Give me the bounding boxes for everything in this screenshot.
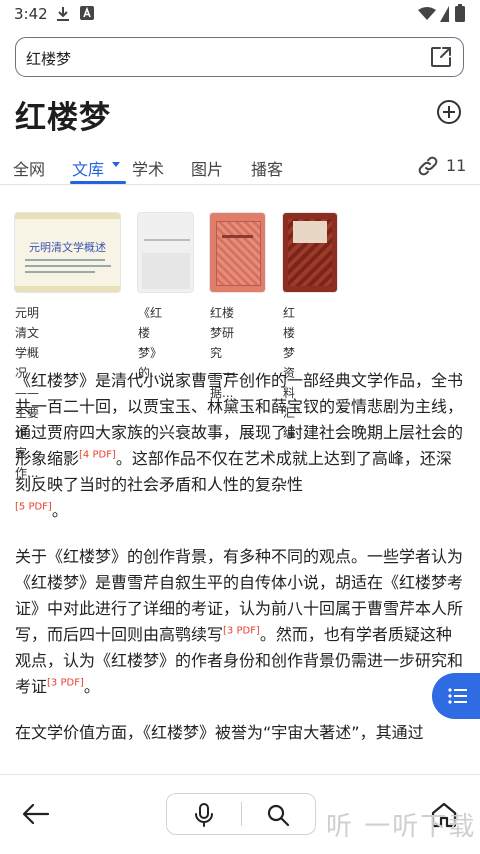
document-cover bbox=[210, 213, 265, 292]
search-query: 红楼梦 bbox=[26, 50, 72, 68]
document-cover: 元明清文学概述 bbox=[15, 213, 120, 292]
link-count: 11 bbox=[446, 156, 467, 175]
tab-academic[interactable]: 学术 bbox=[132, 156, 164, 180]
tab-all-web[interactable]: 全网 bbox=[13, 156, 45, 180]
outline-button[interactable] bbox=[432, 673, 480, 719]
search-icon[interactable] bbox=[266, 803, 290, 827]
document-list: 元明清文学概述 元明清文学概况 ——主要作家、作... 《红楼 梦》的... 红… bbox=[15, 213, 475, 480]
page-title: 红楼梦 bbox=[15, 100, 111, 136]
status-time: 3:42 bbox=[14, 5, 48, 23]
citation-link[interactable]: [4 PDF] bbox=[79, 450, 116, 461]
open-external-icon[interactable] bbox=[429, 45, 453, 69]
document-cover bbox=[138, 213, 193, 292]
arrow-left-icon[interactable] bbox=[22, 803, 50, 825]
battery-icon bbox=[455, 4, 465, 22]
tab-library[interactable]: 文库 bbox=[72, 156, 104, 180]
document-cover bbox=[283, 213, 337, 292]
list-icon bbox=[448, 688, 467, 704]
download-icon bbox=[57, 7, 69, 21]
voice-search-group bbox=[166, 793, 316, 835]
active-tab-indicator bbox=[70, 181, 126, 184]
status-bar: 3:42 bbox=[0, 0, 480, 28]
tab-images[interactable]: 图片 bbox=[191, 156, 223, 180]
wifi-icon bbox=[418, 7, 436, 20]
tab-podcast[interactable]: 播客 bbox=[251, 156, 283, 180]
citation-link[interactable]: [3 PDF] bbox=[47, 678, 84, 689]
app-notification-icon bbox=[80, 6, 94, 20]
watermark: 听 一听下载 bbox=[326, 812, 477, 842]
article-paragraph: 关于《红楼梦》的创作背景，有多种不同的观点。一些学者认为《红楼梦》是曹雪芹自叙生… bbox=[15, 547, 464, 696]
cover-title: 元明清文学概述 bbox=[29, 241, 106, 254]
article-paragraph: 《红楼梦》是清代小说家曹雪芹创作的一部经典文学作品，全书共一百二十回，以贾宝玉、… bbox=[15, 371, 464, 520]
signal-icon bbox=[440, 6, 449, 22]
chevron-down-icon[interactable] bbox=[112, 162, 120, 167]
link-icon bbox=[418, 156, 438, 176]
citation-link[interactable]: [3 PDF] bbox=[223, 626, 260, 637]
link-count-button[interactable]: 11 bbox=[416, 154, 466, 178]
microphone-icon[interactable] bbox=[193, 803, 215, 827]
article-body: 《红楼梦》是清代小说家曹雪芹创作的一部经典文学作品，全书共一百二十回，以贾宝玉、… bbox=[15, 368, 463, 766]
add-circle-icon[interactable] bbox=[436, 99, 462, 125]
divider bbox=[241, 802, 242, 826]
citation-link[interactable]: [5 PDF] bbox=[15, 502, 52, 513]
tab-bar: 全网 文库 学术 图片 播客 11 bbox=[0, 150, 480, 185]
search-input[interactable]: 红楼梦 bbox=[15, 37, 464, 77]
article-paragraph: 在文学价值方面，《红楼梦》被誉为“宇宙大著述”，其通过 bbox=[15, 723, 424, 742]
